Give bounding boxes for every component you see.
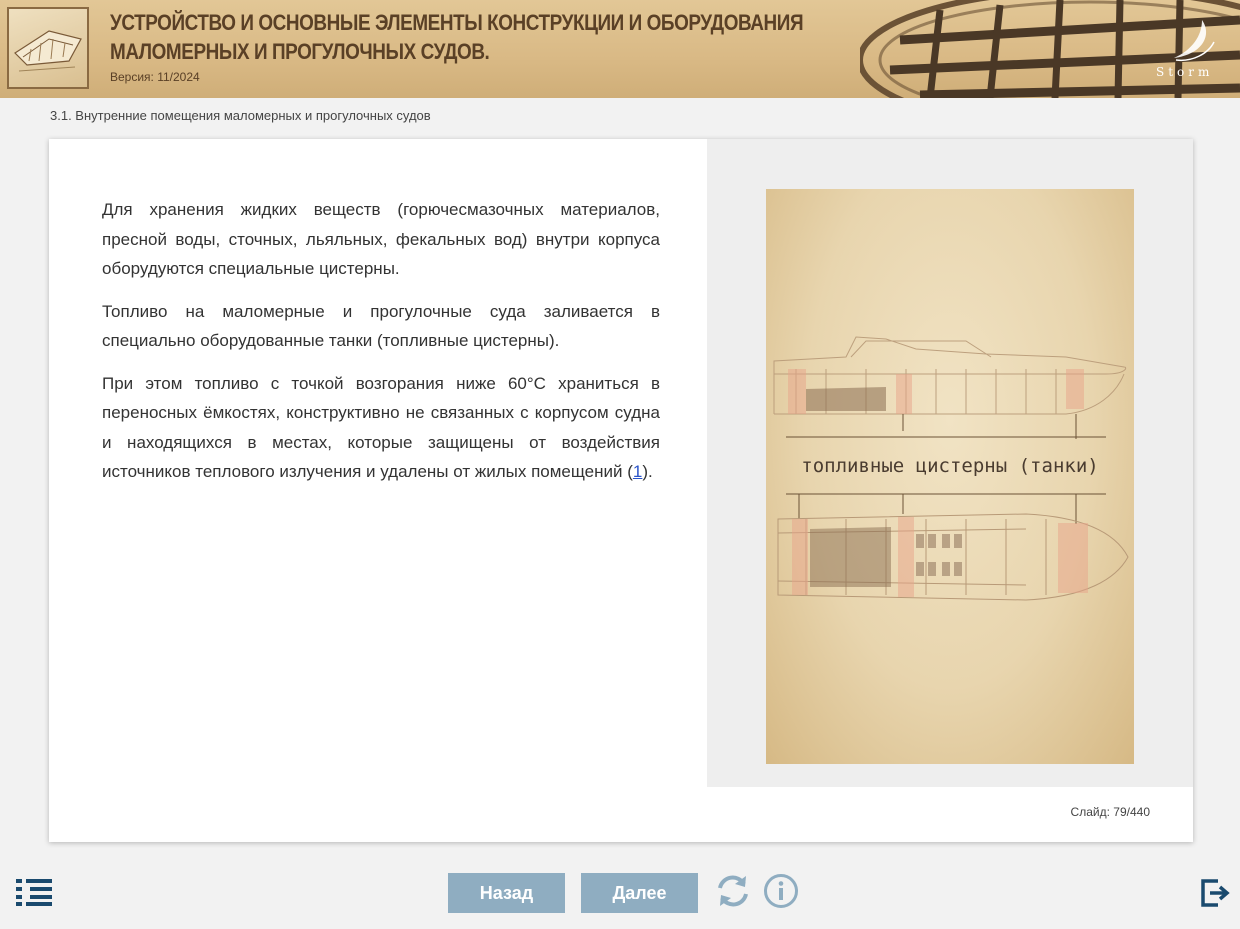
breadcrumb: 3.1. Внутренние помещения маломерных и п… xyxy=(50,108,431,123)
course-title-line1: УСТРОЙСТВО И ОСНОВНЫЕ ЭЛЕМЕНТЫ КОНСТРУКЦ… xyxy=(110,10,804,35)
course-title-line2: МАЛОМЕРНЫХ И ПРОГУЛОЧНЫХ СУДОВ. xyxy=(110,39,490,64)
info-icon[interactable] xyxy=(763,873,799,909)
header-banner: УСТРОЙСТВО И ОСНОВНЫЕ ЭЛЕМЕНТЫ КОНСТРУКЦ… xyxy=(0,0,1240,98)
storm-logo-icon: Storm xyxy=(1156,20,1215,79)
paragraph-2: Топливо на маломерные и прогулочные суда… xyxy=(102,301,660,351)
course-thumbnail xyxy=(7,7,89,89)
slide-counter: Слайд: 79/440 xyxy=(1070,805,1150,819)
illustration-caption: топливные цистерны (танки) xyxy=(801,455,1098,477)
table-of-contents-icon[interactable] xyxy=(16,878,54,906)
paragraph-3: При этом топливо с точкой возгорания ниж… xyxy=(102,373,660,482)
slide-text: Для хранения жидких веществ (горючесмазо… xyxy=(102,195,660,500)
slide-total: 440 xyxy=(1129,805,1150,819)
svg-text:Storm: Storm xyxy=(1156,65,1213,79)
fuel-tanks-illustration: топливные цистерны (танки) xyxy=(766,189,1134,764)
exit-icon[interactable] xyxy=(1200,878,1230,908)
slide-current: 79 xyxy=(1113,805,1127,819)
illustration-pane: топливные цистерны (танки) xyxy=(707,139,1193,787)
reload-icon[interactable] xyxy=(714,872,752,910)
paragraph-1: Для хранения жидких веществ (горючесмазо… xyxy=(102,200,660,278)
slide-card: Для хранения жидких веществ (горючесмазо… xyxy=(49,139,1193,842)
next-button[interactable]: Далее xyxy=(581,873,698,913)
back-button[interactable]: Назад xyxy=(448,873,565,913)
footnote-link[interactable]: 1 xyxy=(633,462,642,481)
version-label: Версия: 11/2024 xyxy=(110,70,200,84)
